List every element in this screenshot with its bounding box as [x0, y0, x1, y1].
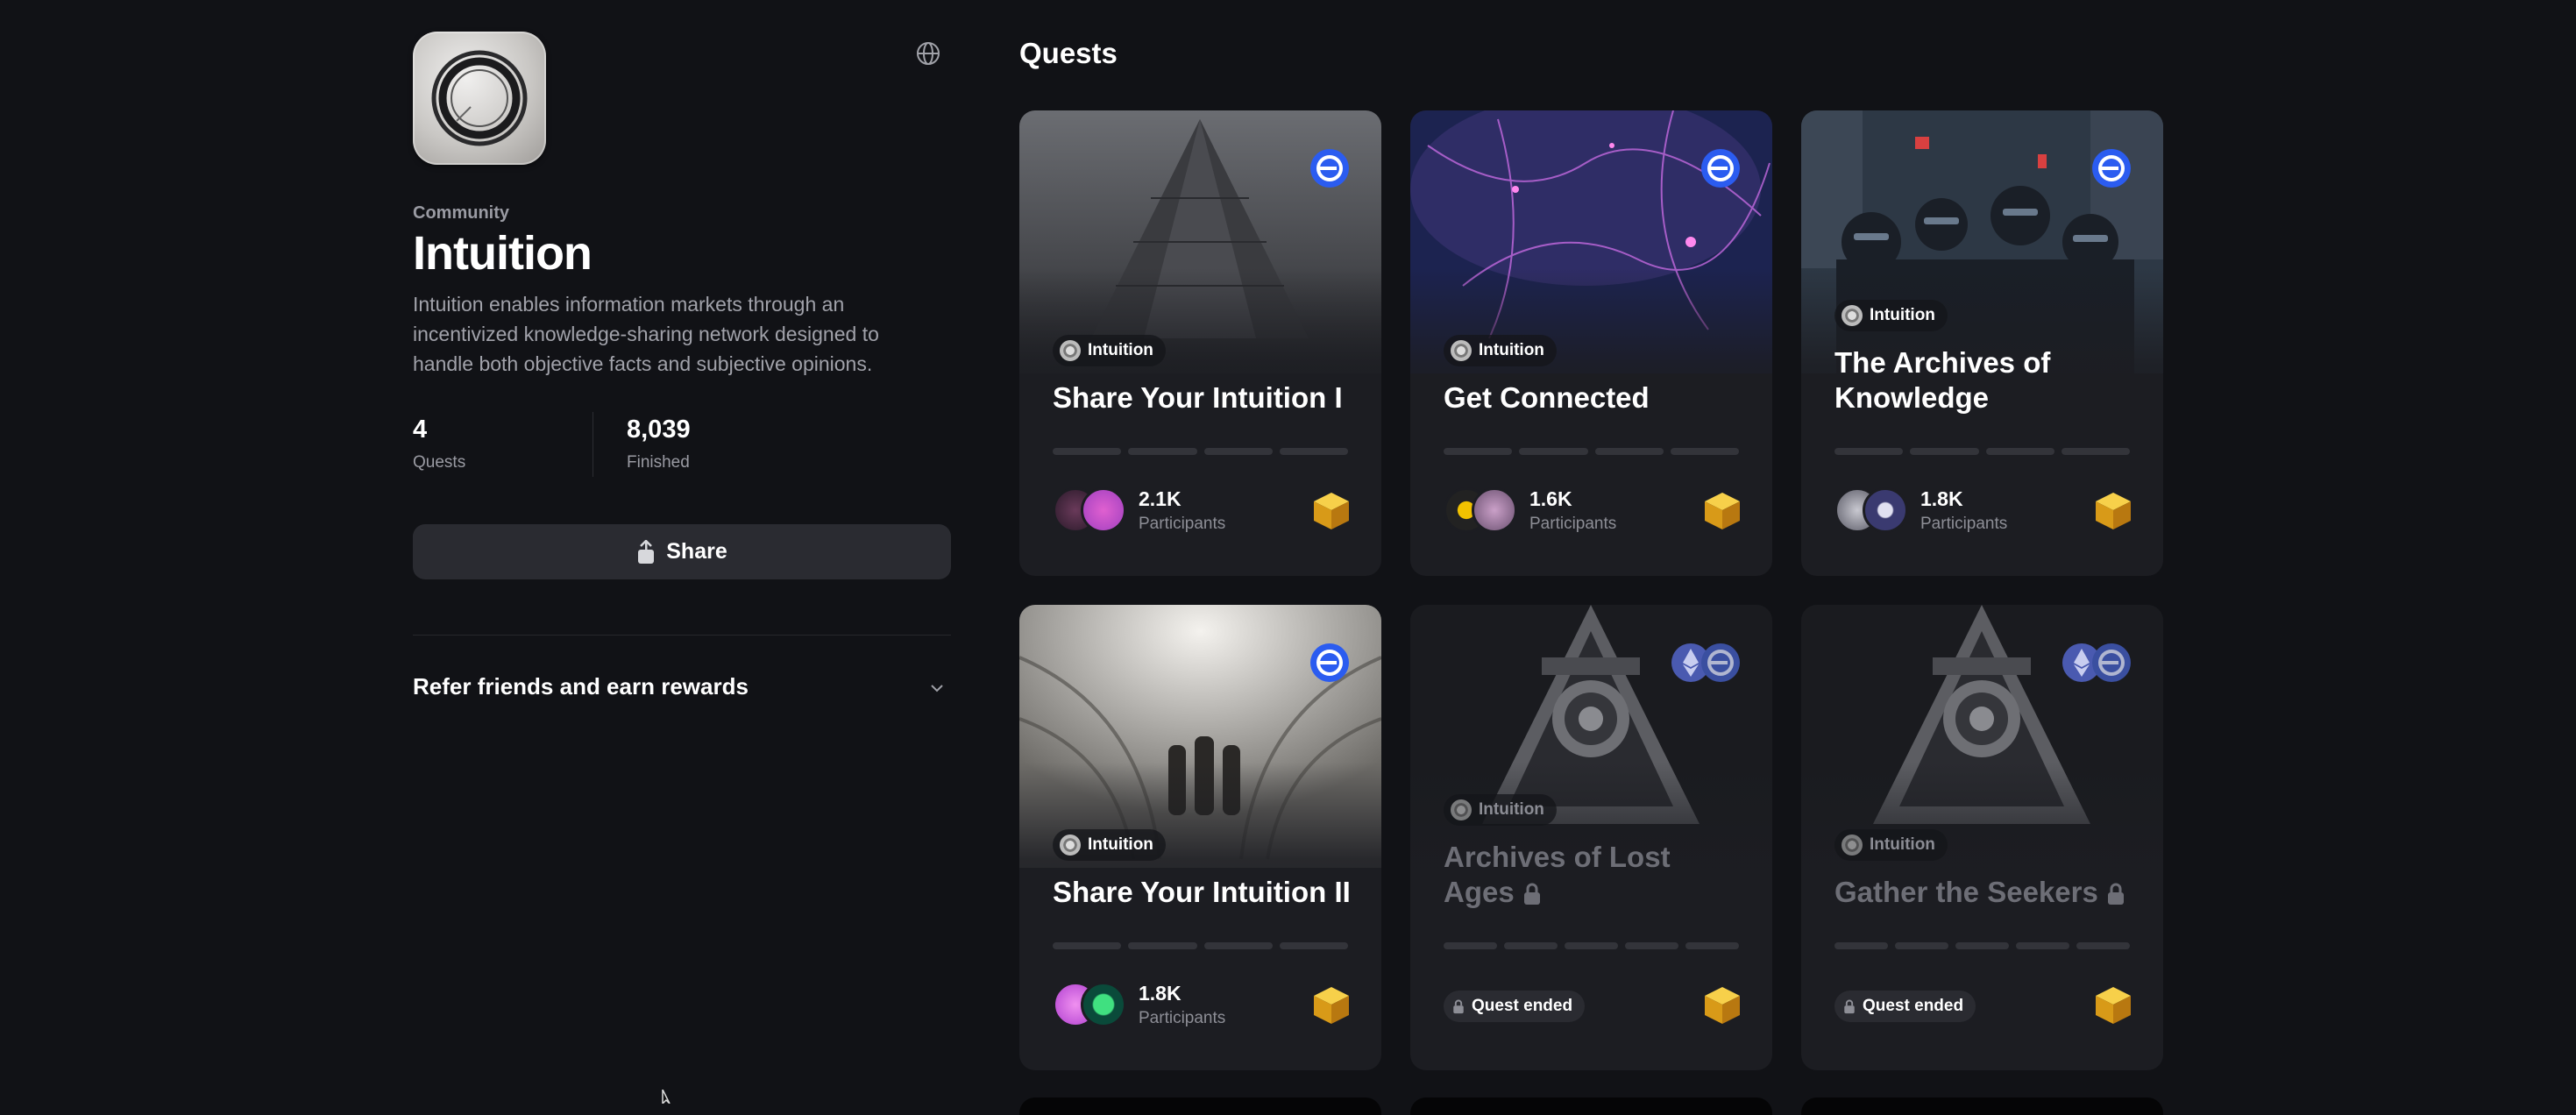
- reward-cube-icon: [1705, 493, 1740, 529]
- community-badge: Intuition: [1834, 300, 1948, 331]
- quest-title: The Archives of Knowledge: [1834, 346, 2051, 414]
- intuition-logo-icon: [1451, 799, 1472, 820]
- quest-ended-label: Quest ended: [1472, 997, 1573, 1015]
- quest-card[interactable]: Intuition Get Connected 1.6K Participant…: [1410, 110, 1772, 576]
- chevron-down-icon[interactable]: [927, 678, 947, 698]
- badge-label: Intuition: [1870, 306, 1935, 324]
- community-badge: Intuition: [1053, 829, 1166, 861]
- quest-title-text: Gather the Seekers: [1834, 876, 2098, 908]
- quest-ended-badge: Quest ended: [1834, 991, 1976, 1022]
- progress-bar: [1444, 942, 1739, 949]
- progress-bar: [1444, 448, 1739, 455]
- divider: [413, 635, 951, 636]
- stat-finished: 8,039 Finished: [627, 415, 691, 472]
- badge-label: Intuition: [1088, 341, 1153, 359]
- avatar: [1472, 487, 1517, 533]
- quest-title: Archives of Lost Ages: [1444, 840, 1742, 910]
- base-chain-icon: [1310, 149, 1349, 188]
- intuition-logo-icon: [1060, 834, 1081, 856]
- lock-icon: [1523, 883, 1540, 905]
- badge-label: Intuition: [1479, 341, 1544, 359]
- participants-count: 1.6K: [1529, 486, 1572, 510]
- community-badge: Intuition: [1834, 829, 1948, 861]
- avatar: [1081, 487, 1126, 533]
- lock-icon: [1453, 999, 1464, 1013]
- share-button[interactable]: Share: [413, 524, 951, 579]
- quest-ended-badge: Quest ended: [1444, 991, 1586, 1022]
- intuition-logo-icon: [1451, 340, 1472, 361]
- mouse-cursor-icon: [662, 1090, 671, 1104]
- globe-icon[interactable]: [914, 39, 942, 67]
- intuition-logo-icon: [1060, 340, 1081, 361]
- share-icon: [638, 539, 655, 564]
- participants-label: Participants: [1529, 514, 1617, 533]
- participants-label: Participants: [1920, 514, 2008, 533]
- participants: 1.8K Participants: [1053, 980, 1225, 1029]
- base-chain-icon: [2092, 149, 2131, 188]
- quests-heading: Quests: [1019, 37, 1118, 69]
- quest-card-peek[interactable]: [1019, 1097, 1381, 1115]
- lock-icon: [1844, 999, 1855, 1013]
- quest-card[interactable]: Intuition Archives of Lost Ages Quest en…: [1410, 605, 1772, 1070]
- badge-label: Intuition: [1088, 835, 1153, 854]
- quest-title: Gather the Seekers: [1834, 875, 2132, 910]
- base-chain-icon: [2092, 643, 2131, 682]
- reward-cube-icon: [2096, 493, 2131, 529]
- quest-title-text: Archives of Lost Ages: [1444, 841, 1671, 908]
- participants: 2.1K Participants: [1053, 486, 1225, 535]
- participants-label: Participants: [1139, 1008, 1226, 1027]
- share-label: Share: [666, 539, 727, 564]
- quest-card[interactable]: Intuition Share Your Intuition I 2.1K Pa…: [1019, 110, 1381, 576]
- community-badge: Intuition: [1444, 335, 1557, 366]
- quest-card-peek[interactable]: [1801, 1097, 2163, 1115]
- intuition-logo-icon: [1842, 834, 1863, 856]
- quest-card[interactable]: Intuition The Archives of Knowledge 1.8K…: [1801, 110, 2163, 576]
- progress-bar: [1834, 448, 2130, 455]
- participants: 1.8K Participants: [1834, 486, 2007, 535]
- base-chain-icon: [1701, 149, 1740, 188]
- community-badge: Intuition: [1444, 794, 1557, 826]
- stat-value: 4: [413, 415, 428, 444]
- quest-card[interactable]: Intuition Share Your Intuition II 1.8K P…: [1019, 605, 1381, 1070]
- stat-quests: 4 Quests: [413, 415, 465, 472]
- page-title: Intuition: [413, 227, 593, 280]
- base-chain-icon: [1310, 643, 1349, 682]
- quest-card-peek[interactable]: [1410, 1097, 1772, 1115]
- community-logo: [413, 32, 546, 165]
- stat-label: Quests: [413, 453, 466, 472]
- base-chain-icon: [1701, 643, 1740, 682]
- refer-friends-toggle[interactable]: Refer friends and earn rewards: [413, 673, 749, 700]
- intuition-logo-icon: [1842, 305, 1863, 326]
- reward-cube-icon: [1314, 493, 1349, 529]
- stat-value: 8,039: [627, 415, 691, 444]
- badge-label: Intuition: [1870, 835, 1935, 854]
- avatar: [1081, 982, 1126, 1027]
- participants-count: 2.1K: [1139, 486, 1182, 510]
- avatar: [1863, 487, 1908, 533]
- quest-title: Share Your Intuition I: [1053, 381, 1343, 414]
- reward-cube-icon: [1314, 987, 1349, 1024]
- lock-icon: [2108, 883, 2124, 905]
- participants-count: 1.8K: [1920, 486, 1963, 510]
- community-description: Intuition enables information markets th…: [413, 293, 879, 375]
- community-tag: Community: [413, 203, 509, 223]
- participants-count: 1.8K: [1139, 981, 1182, 1005]
- quest-title: Get Connected: [1444, 381, 1650, 414]
- participants-label: Participants: [1139, 514, 1226, 533]
- badge-label: Intuition: [1479, 800, 1544, 819]
- participants: 1.6K Participants: [1444, 486, 1616, 535]
- progress-bar: [1834, 942, 2130, 949]
- stat-label: Finished: [627, 453, 690, 472]
- reward-cube-icon: [2096, 987, 2131, 1024]
- community-badge: Intuition: [1053, 335, 1166, 366]
- reward-cube-icon: [1705, 987, 1740, 1024]
- community-logo-wrap: [413, 32, 952, 165]
- quest-title: Share Your Intuition II: [1053, 876, 1351, 908]
- progress-bar: [1053, 448, 1348, 455]
- quest-ended-label: Quest ended: [1863, 997, 1964, 1015]
- quest-card[interactable]: Intuition Gather the Seekers Quest ended: [1801, 605, 2163, 1070]
- progress-bar: [1053, 942, 1348, 949]
